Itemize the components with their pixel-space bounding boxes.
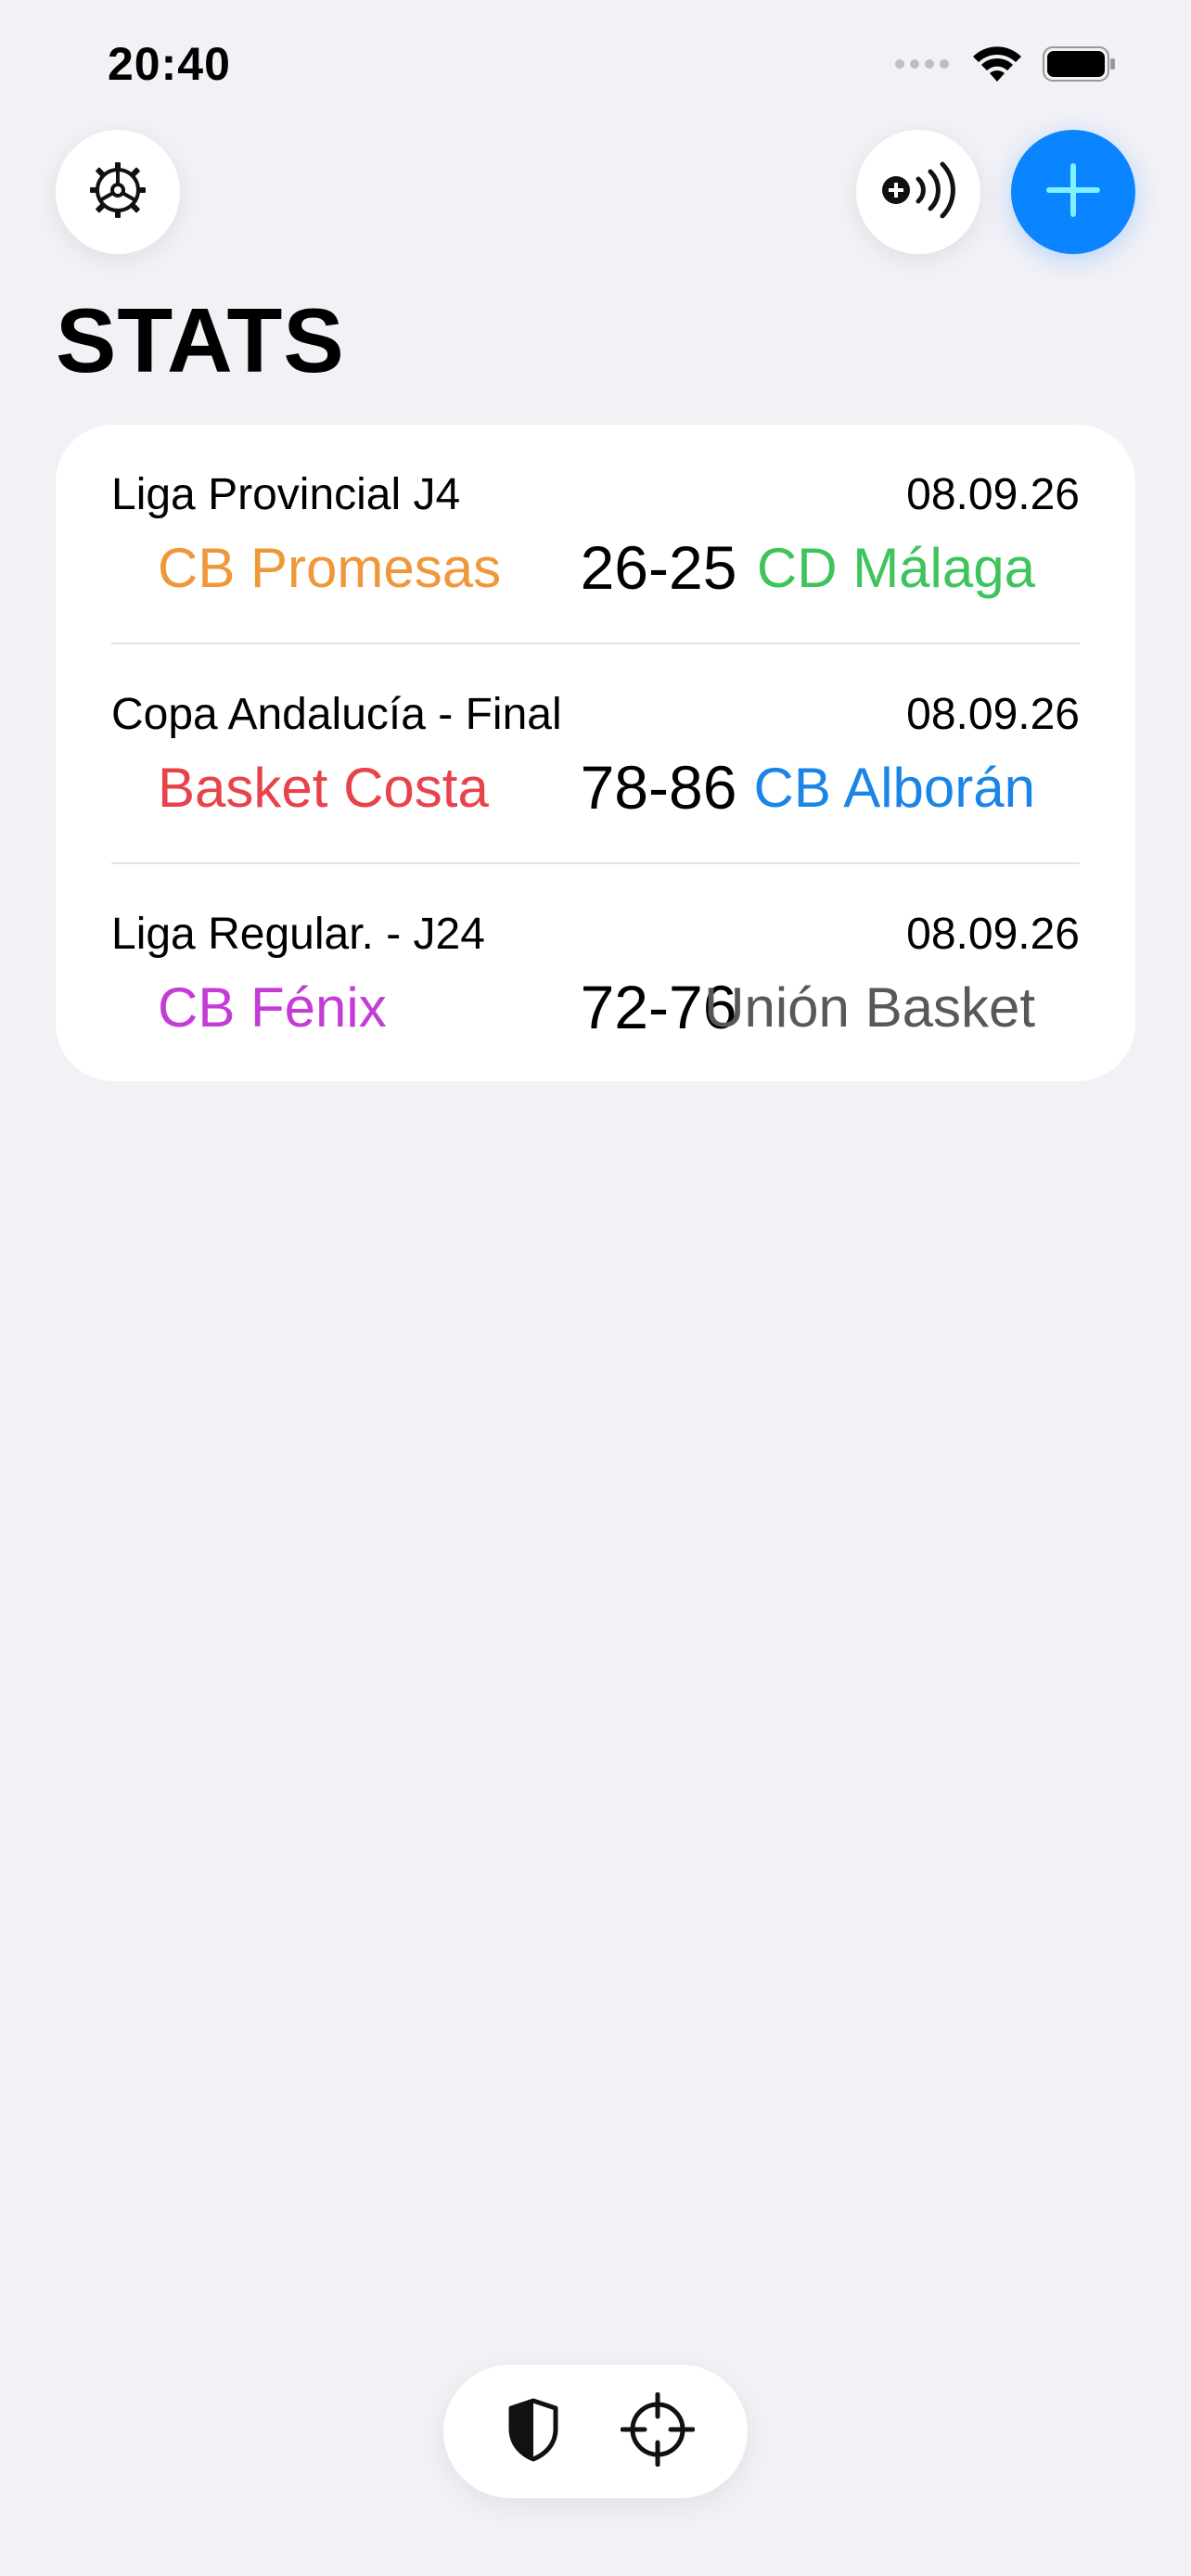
match-date: 08.09.26: [906, 690, 1080, 739]
match-score: 26-25: [580, 533, 737, 602]
status-icons: [894, 45, 1117, 88]
plus-icon: [1045, 162, 1101, 223]
wifi-icon: [972, 45, 1022, 88]
match-list: Liga Provincial J4 08.09.26 CB Promesas …: [56, 425, 1135, 1081]
shield-icon: [506, 2397, 561, 2467]
add-nfc-icon: [879, 160, 957, 224]
status-time: 20:40: [108, 38, 231, 90]
add-match-button[interactable]: [1011, 130, 1135, 254]
home-team: CB Fénix: [158, 976, 387, 1039]
home-team: CB Promesas: [158, 537, 502, 599]
page-title: STATS: [56, 289, 345, 391]
signal-dots-icon: [894, 57, 952, 75]
away-team: Unión Basket: [704, 976, 1035, 1039]
home-team: Basket Costa: [158, 757, 489, 819]
gear-icon: [84, 157, 151, 228]
battery-icon: [1043, 46, 1117, 86]
match-score: 78-86: [580, 753, 737, 822]
match-row[interactable]: Copa Andalucía - Final 08.09.26 Basket C…: [111, 643, 1080, 862]
away-team: CB Alborán: [753, 757, 1035, 819]
status-bar: 20:40: [0, 0, 1191, 130]
away-team: CD Málaga: [756, 537, 1035, 599]
crosshair-icon: [620, 2391, 696, 2471]
settings-button[interactable]: [56, 130, 180, 254]
nfc-add-button[interactable]: [856, 130, 980, 254]
match-date: 08.09.26: [906, 470, 1080, 519]
match-row[interactable]: Liga Regular. - J24 08.09.26 CB Fénix 72…: [111, 862, 1080, 1082]
match-name: Liga Provincial J4: [111, 470, 461, 519]
match-name: Liga Regular. - J24: [111, 910, 485, 959]
match-date: 08.09.26: [906, 910, 1080, 959]
tab-tracking[interactable]: [611, 2385, 704, 2478]
bottom-tab-bar: [443, 2365, 748, 2498]
match-row[interactable]: Liga Provincial J4 08.09.26 CB Promesas …: [111, 425, 1080, 643]
tab-teams[interactable]: [487, 2385, 580, 2478]
match-name: Copa Andalucía - Final: [111, 690, 562, 739]
